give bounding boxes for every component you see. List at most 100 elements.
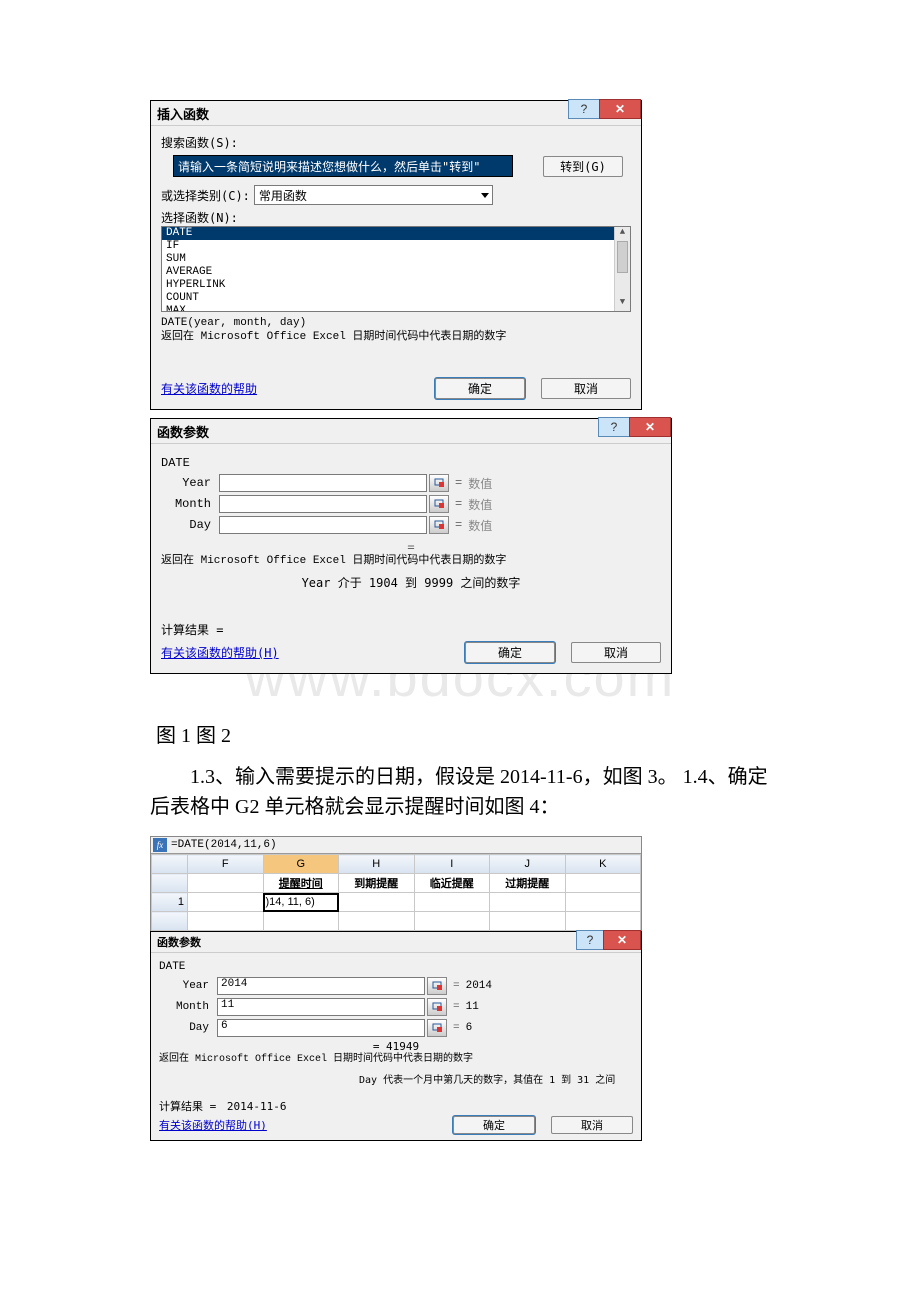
range-picker-icon[interactable] bbox=[427, 1019, 447, 1037]
function-name: DATE bbox=[159, 961, 633, 973]
list-item[interactable]: HYPERLINK bbox=[162, 279, 630, 292]
month-field[interactable]: 11 bbox=[217, 998, 425, 1016]
cell[interactable] bbox=[565, 893, 641, 912]
help-icon[interactable]: ? bbox=[568, 99, 600, 119]
titlebar: 函数参数 ? ✕ bbox=[151, 419, 671, 444]
col-header[interactable]: J bbox=[490, 855, 566, 874]
equals-sign: = bbox=[453, 1001, 460, 1013]
arg-help-text: Day 代表一个月中第几天的数字，其值在 1 到 31 之间 bbox=[359, 1071, 633, 1086]
year-field[interactable]: 2014 bbox=[217, 977, 425, 995]
function-args-dialog: 函数参数 ? ✕ DATE Year = 数值 Month = 数值 Day =… bbox=[150, 418, 672, 674]
arg-result: 2014 bbox=[466, 980, 492, 992]
arg-label-month: Month bbox=[159, 1001, 217, 1013]
cell[interactable]: 临近提醒 bbox=[414, 874, 490, 893]
function-name: DATE bbox=[161, 456, 661, 470]
cell[interactable] bbox=[188, 912, 264, 931]
cell[interactable] bbox=[188, 874, 264, 893]
cell[interactable] bbox=[490, 893, 566, 912]
dialog-title: 函数参数 bbox=[151, 934, 207, 950]
function-listbox[interactable]: DATE IF SUM AVERAGE HYPERLINK COUNT MAX … bbox=[161, 226, 631, 312]
close-icon[interactable]: ✕ bbox=[629, 417, 671, 437]
col-header[interactable]: I bbox=[414, 855, 490, 874]
cell[interactable] bbox=[490, 912, 566, 931]
day-field[interactable]: 6 bbox=[217, 1019, 425, 1037]
excel-snippet: fx =DATE(2014,11,6) F G H I J K 提醒时间 到期提… bbox=[150, 836, 642, 932]
body-paragraph: 1.3、输入需要提示的日期，假设是 2014-11-6，如图 3。 1.4、确定… bbox=[150, 762, 770, 822]
list-item[interactable]: IF bbox=[162, 240, 630, 253]
range-picker-icon[interactable] bbox=[429, 516, 449, 534]
ok-button[interactable]: 确定 bbox=[435, 378, 525, 399]
day-field[interactable] bbox=[219, 516, 427, 534]
cell[interactable] bbox=[339, 912, 415, 931]
search-input[interactable]: 请输入一条简短说明来描述您想做什么，然后单击"转到" bbox=[173, 155, 513, 177]
cancel-button[interactable]: 取消 bbox=[551, 1116, 633, 1134]
search-label: 搜索函数(S): bbox=[161, 134, 631, 151]
list-item[interactable]: MAX bbox=[162, 305, 630, 312]
cell[interactable] bbox=[188, 893, 264, 912]
list-item[interactable]: DATE bbox=[162, 227, 630, 240]
titlebar: 函数参数 ? ✕ bbox=[151, 932, 641, 953]
cell[interactable] bbox=[414, 912, 490, 931]
arg-result: 6 bbox=[466, 1022, 473, 1034]
col-header[interactable]: G bbox=[263, 855, 339, 874]
arg-label-year: Year bbox=[159, 980, 217, 992]
arg-result: 数值 bbox=[468, 517, 492, 534]
cell[interactable] bbox=[565, 874, 641, 893]
range-picker-icon[interactable] bbox=[429, 495, 449, 513]
calc-result-label: 计算结果 = bbox=[159, 1100, 216, 1113]
fx-icon[interactable]: fx bbox=[153, 838, 167, 852]
list-item[interactable]: COUNT bbox=[162, 292, 630, 305]
row-header[interactable] bbox=[152, 874, 188, 893]
equals-sign: = bbox=[453, 1022, 460, 1034]
category-select[interactable]: 常用函数 bbox=[254, 185, 493, 205]
arg-label-year: Year bbox=[161, 476, 219, 490]
scroll-down-icon[interactable]: ▼ bbox=[615, 297, 630, 311]
help-link[interactable]: 有关该函数的帮助 bbox=[161, 380, 257, 397]
col-header[interactable]: F bbox=[188, 855, 264, 874]
cancel-button[interactable]: 取消 bbox=[541, 378, 631, 399]
list-item[interactable]: SUM bbox=[162, 253, 630, 266]
cancel-button[interactable]: 取消 bbox=[571, 642, 661, 663]
arg-result: 数值 bbox=[468, 475, 492, 492]
range-picker-icon[interactable] bbox=[427, 977, 447, 995]
month-field[interactable] bbox=[219, 495, 427, 513]
cell-selected[interactable]: )14, 11, 6) bbox=[263, 893, 339, 912]
chevron-down-icon bbox=[481, 193, 489, 198]
cell[interactable]: 提醒时间 bbox=[263, 874, 339, 893]
select-function-label: 选择函数(N): bbox=[161, 209, 631, 226]
equals-sign: = bbox=[455, 476, 462, 490]
range-picker-icon[interactable] bbox=[429, 474, 449, 492]
col-header[interactable]: H bbox=[339, 855, 415, 874]
function-description: 返回在 Microsoft Office Excel 日期时间代码中代表日期的数… bbox=[161, 330, 631, 344]
arg-label-month: Month bbox=[161, 497, 219, 511]
close-icon[interactable]: ✕ bbox=[599, 99, 641, 119]
cell[interactable] bbox=[263, 912, 339, 931]
row-header[interactable] bbox=[152, 912, 188, 931]
scrollbar[interactable]: ▲ ▼ bbox=[614, 227, 630, 311]
cell[interactable] bbox=[339, 893, 415, 912]
help-icon[interactable]: ? bbox=[576, 930, 604, 950]
cell[interactable]: 过期提醒 bbox=[490, 874, 566, 893]
ok-button[interactable]: 确定 bbox=[453, 1116, 535, 1134]
titlebar: 插入函数 ? ✕ bbox=[151, 101, 641, 126]
cell[interactable] bbox=[414, 893, 490, 912]
formula-bar[interactable]: =DATE(2014,11,6) bbox=[171, 839, 277, 851]
row-header[interactable]: 1 bbox=[152, 893, 188, 912]
cell[interactable] bbox=[565, 912, 641, 931]
help-link[interactable]: 有关该函数的帮助(H) bbox=[161, 644, 279, 661]
scroll-up-icon[interactable]: ▲ bbox=[615, 227, 630, 241]
ok-button[interactable]: 确定 bbox=[465, 642, 555, 663]
range-picker-icon[interactable] bbox=[427, 998, 447, 1016]
list-item[interactable]: AVERAGE bbox=[162, 266, 630, 279]
help-icon[interactable]: ? bbox=[598, 417, 630, 437]
col-header[interactable]: K bbox=[565, 855, 641, 874]
scroll-thumb[interactable] bbox=[617, 241, 628, 273]
go-button[interactable]: 转到(G) bbox=[543, 156, 623, 177]
help-link[interactable]: 有关该函数的帮助(H) bbox=[159, 1117, 267, 1133]
select-all-corner[interactable] bbox=[152, 855, 188, 874]
figure-caption: 图 1 图 2 bbox=[156, 719, 770, 748]
close-icon[interactable]: ✕ bbox=[603, 930, 641, 950]
cell[interactable]: 到期提醒 bbox=[339, 874, 415, 893]
year-field[interactable] bbox=[219, 474, 427, 492]
arg-label-day: Day bbox=[159, 1022, 217, 1034]
